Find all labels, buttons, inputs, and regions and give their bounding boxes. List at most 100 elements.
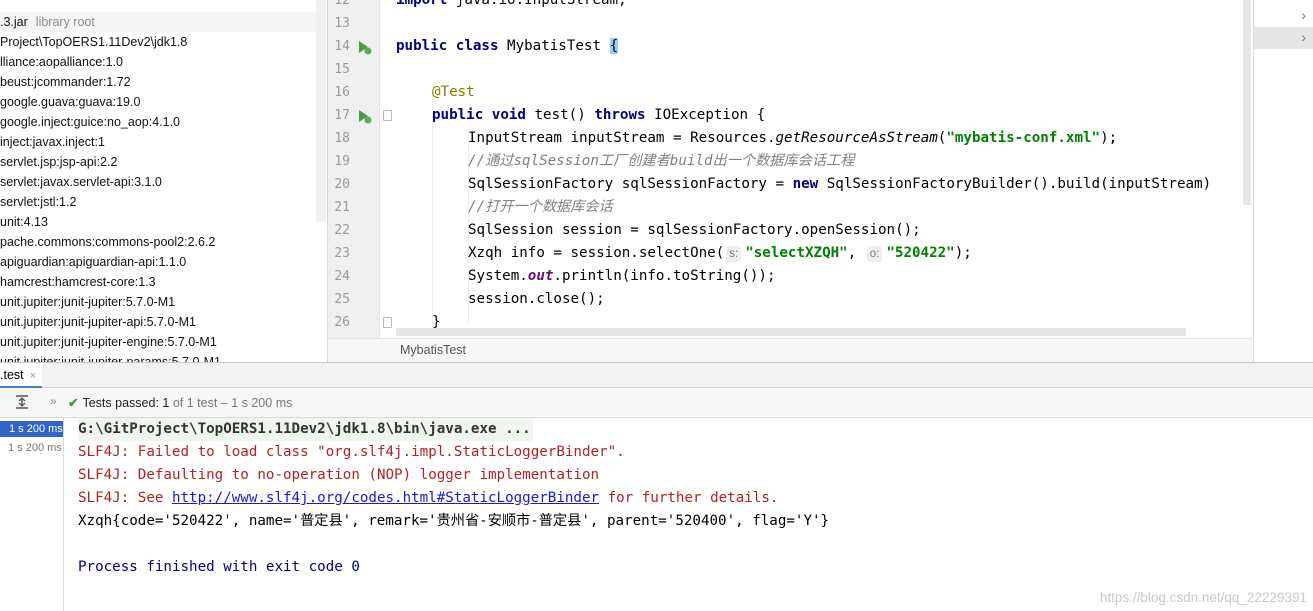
code-line-20: SqlSessionFactory sqlSessionFactory = ne… xyxy=(468,176,1212,192)
param-hint-s: s: xyxy=(726,246,742,262)
param-hint-o: o: xyxy=(866,246,883,262)
tree-item-label: servlet:jstl:1.2 xyxy=(0,195,77,209)
tree-item[interactable]: unit.jupiter:junit-jupiter-params:5.7.0-… xyxy=(0,352,316,362)
console-error-line: SLF4J: Defaulting to no-operation (NOP) … xyxy=(78,467,600,483)
breadcrumb-item[interactable]: MybatisTest xyxy=(400,343,466,357)
tree-item-label: unit.jupiter:junit-jupiter-params:5.7.0-… xyxy=(0,355,221,362)
right-panel-row-selected[interactable]: › xyxy=(1254,27,1313,49)
code-line-18: InputStream inputStream = Resources.getR… xyxy=(468,130,1118,146)
close-icon[interactable]: × xyxy=(30,370,36,382)
tree-item[interactable]: beust:jcommander:1.72 xyxy=(0,72,316,92)
line-number: 13 xyxy=(334,16,350,31)
line-number: 20 xyxy=(334,177,350,192)
run-test-icon[interactable] xyxy=(356,108,372,124)
test-node-selected[interactable]: 1 s 200 ms xyxy=(0,421,63,437)
code-line-24: System.out.println(info.toString()); xyxy=(468,268,776,284)
fold-marker[interactable] xyxy=(383,317,392,328)
tree-item-label: unit.jupiter:junit-jupiter-api:5.7.0-M1 xyxy=(0,315,196,329)
tree-item[interactable]: .3.jar library root xyxy=(0,12,316,32)
code-line-12: import java.io.InputStream; xyxy=(396,0,627,8)
console-error-line: SLF4J: Failed to load class "org.slf4j.i… xyxy=(78,444,625,460)
tree-scrollbar[interactable] xyxy=(316,0,326,222)
matched-brace: { xyxy=(609,38,619,54)
tree-item[interactable]: hamcrest:hamcrest-core:1.3 xyxy=(0,272,316,292)
tree-item-label: lliance:aopalliance:1.0 xyxy=(0,55,124,69)
chevron-right-icon: › xyxy=(1301,7,1306,23)
line-number: 22 xyxy=(334,223,350,238)
tree-item[interactable]: google.inject:guice:no_aop:4.1.0 xyxy=(0,112,316,132)
code-area[interactable]: import java.io.InputStream; public class… xyxy=(396,0,1253,338)
line-number: 26 xyxy=(334,315,350,330)
fold-marker[interactable] xyxy=(383,110,392,121)
line-number: 16 xyxy=(334,85,350,100)
run-tab-bar: .test × xyxy=(0,362,1313,388)
tree-item-label: unit.jupiter:junit-jupiter:5.7.0-M1 xyxy=(0,295,176,309)
editor-gutter: 12 13 14 15 16 17 18 19 20 21 22 23 24 25 26 xyxy=(328,0,380,338)
tree-item-label: servlet.jsp:jsp-api:2.2 xyxy=(0,155,118,169)
right-panel-row[interactable]: › xyxy=(1254,5,1313,27)
tree-item-label: .3.jar xyxy=(0,15,28,29)
tree-item[interactable]: servlet:javax.servlet-api:3.1.0 xyxy=(0,172,316,192)
code-line-16: @Test xyxy=(432,84,475,100)
tree-item-label: google.inject:guice:no_aop:4.1.0 xyxy=(0,115,181,129)
sort-icon[interactable] xyxy=(14,394,30,410)
run-toolbar: » ✔ Tests passed: 1 of 1 test – 1 s 200 m… xyxy=(0,388,1313,418)
tree-item-label: google.guava:guava:19.0 xyxy=(0,95,141,109)
console-command-line[interactable]: G:\GitProject\TopOERS1.11Dev2\jdk1.8\bin… xyxy=(78,418,533,441)
console-exit-line: Process finished with exit code 0 xyxy=(78,559,360,575)
console-output[interactable]: G:\GitProject\TopOERS1.11Dev2\jdk1.8\bin… xyxy=(64,418,1313,611)
tree-item[interactable]: unit.jupiter:junit-jupiter:5.7.0-M1 xyxy=(0,292,316,312)
ide-window: .3.jar library root Project\TopOERS1.11Dev… xyxy=(0,0,1313,611)
right-side-panel: › › xyxy=(1253,0,1313,362)
code-line-25: session.close(); xyxy=(468,291,605,307)
line-number: 12 xyxy=(334,0,350,8)
console-output-line: Xzqh{code='520422', name='普定县', remark='… xyxy=(78,513,830,529)
status-count: 1 xyxy=(162,396,170,410)
code-line-22: SqlSession session = sqlSessionFactory.o… xyxy=(468,222,921,238)
run-test-icon[interactable] xyxy=(356,39,372,55)
code-editor[interactable]: 12 13 14 15 16 17 18 19 20 21 22 23 24 25 26 import ja… xyxy=(328,0,1253,362)
console-error-line: SLF4J: See http://www.slf4j.org/codes.ht… xyxy=(78,490,779,506)
tree-item[interactable]: inject:javax.inject:1 xyxy=(0,132,316,152)
tab-label: .test xyxy=(0,368,24,382)
line-number: 23 xyxy=(334,246,350,261)
status-detail: of 1 test – 1 s 200 ms xyxy=(172,396,293,410)
tree-item[interactable]: Project\TopOERS1.11Dev2\jdk1.8 xyxy=(0,32,316,52)
tree-item[interactable]: unit.jupiter:junit-jupiter-engine:5.7.0-… xyxy=(0,332,316,352)
code-line-19: //通过sqlSession工厂创建者build出一个数据库会话工程 xyxy=(468,153,855,169)
tree-item[interactable]: apiguardian:apiguardian-api:1.1.0 xyxy=(0,252,316,272)
line-number: 21 xyxy=(334,200,350,215)
project-tree: .3.jar library root Project\TopOERS1.11Dev… xyxy=(0,0,328,362)
tree-item-label: unit.jupiter:junit-jupiter-engine:5.7.0-… xyxy=(0,335,217,349)
chevron-right-icon: › xyxy=(1301,29,1306,45)
line-number: 15 xyxy=(334,62,350,77)
line-number: 24 xyxy=(334,269,350,284)
tree-item-label: beust:jcommander:1.72 xyxy=(0,75,131,89)
tab-run-test[interactable]: .test × xyxy=(0,363,43,388)
line-number: 19 xyxy=(334,154,350,169)
tree-item[interactable]: google.guava:guava:19.0 xyxy=(0,92,316,112)
line-number: 18 xyxy=(334,131,350,146)
line-number: 14 xyxy=(334,39,350,54)
breadcrumb: MybatisTest xyxy=(328,338,1253,362)
watermark: https://blog.csdn.net/qq_22229391 xyxy=(1099,590,1307,605)
tree-item[interactable]: unit:4.13 xyxy=(0,212,316,232)
test-results-tree: 1 s 200 ms 1 s 200 ms xyxy=(0,418,64,611)
line-number: 17 xyxy=(334,108,350,123)
status-label: Tests passed: xyxy=(82,396,159,410)
editor-horizontal-scrollbar[interactable] xyxy=(396,328,1186,336)
tree-item[interactable]: pache.commons:commons-pool2:2.6.2 xyxy=(0,232,316,252)
editor-vertical-scrollbar[interactable] xyxy=(1243,0,1251,205)
check-icon: ✔ xyxy=(68,396,79,410)
line-number: 25 xyxy=(334,292,350,307)
test-node-child[interactable]: 1 s 200 ms xyxy=(8,440,62,456)
code-line-17: public void test() throws IOException { xyxy=(432,107,766,123)
more-actions-icon[interactable]: » xyxy=(50,394,57,408)
slf4j-link[interactable]: http://www.slf4j.org/codes.html#StaticLo… xyxy=(172,490,599,506)
tree-item-label: Project\TopOERS1.11Dev2\jdk1.8 xyxy=(0,35,188,49)
tree-item[interactable]: servlet.jsp:jsp-api:2.2 xyxy=(0,152,316,172)
tree-item-label: apiguardian:apiguardian-api:1.1.0 xyxy=(0,255,187,269)
tree-item[interactable]: lliance:aopalliance:1.0 xyxy=(0,52,316,72)
tree-item[interactable]: unit.jupiter:junit-jupiter-api:5.7.0-M1 xyxy=(0,312,316,332)
tree-item[interactable]: servlet:jstl:1.2 xyxy=(0,192,316,212)
